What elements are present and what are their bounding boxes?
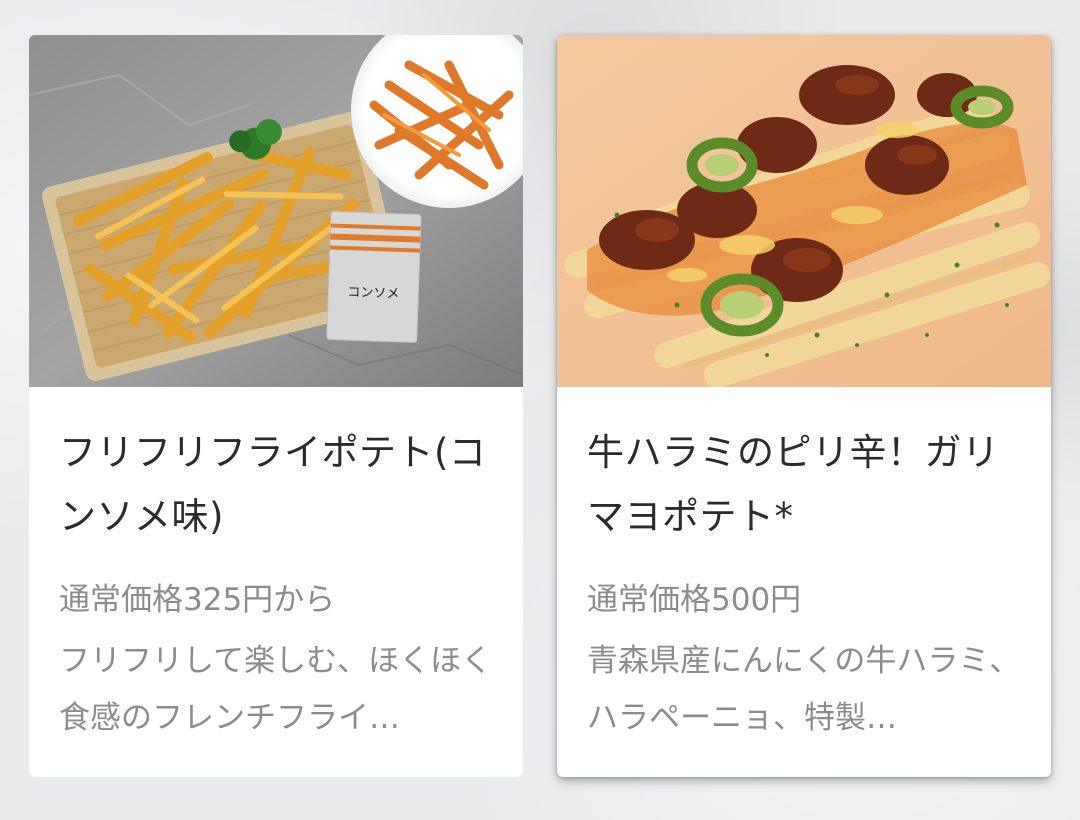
menu-item-title: 牛ハラミのピリ辛！ガリマヨポテト* xyxy=(587,431,1000,538)
menu-item-price: 通常価格500円 xyxy=(587,582,802,618)
menu-card-harami-garlic-mayo-fries[interactable]: 牛ハラミのピリ辛！ガリマヨポテト* 通常価格500円 青森県産にんにくの牛ハラミ… xyxy=(557,35,1051,777)
menu-item-description: 青森県産にんにくの牛ハラミ、ハラペーニョ、特製… xyxy=(587,643,1021,736)
menu-item-price: 通常価格325円から xyxy=(59,582,336,618)
menu-card-consomme-fries[interactable]: コンソメ フリフリフライポテト(コンソメ味) 通常価格325円から フリフリして… xyxy=(29,35,523,777)
menu-item-description: フリフリして楽しむ、ほくほく食感のフレンチフライ… xyxy=(59,643,493,736)
product-photo-consomme-fries: コンソメ xyxy=(29,35,523,387)
menu-item-title: フリフリフライポテト(コンソメ味) xyxy=(59,431,487,538)
packet-label: コンソメ xyxy=(347,285,400,302)
product-photo-harami-fries xyxy=(557,35,1051,387)
